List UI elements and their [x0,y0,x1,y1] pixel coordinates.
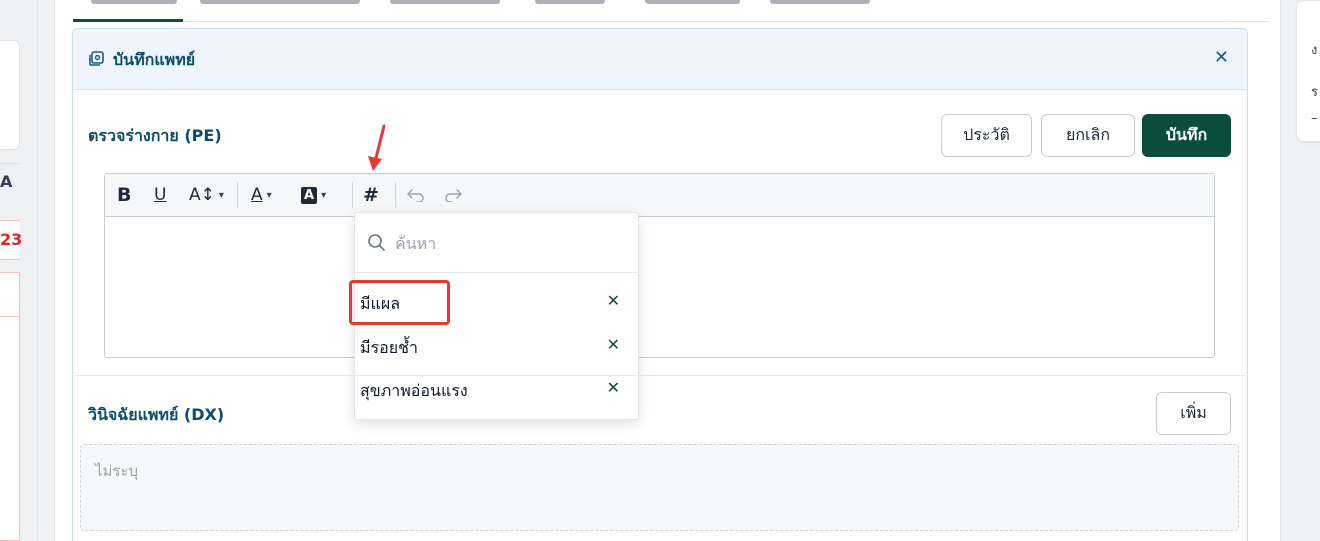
tab-active[interactable] [91,0,177,4]
chevron-down-icon: ▾ [266,189,272,201]
chevron-down-icon: ▾ [321,189,327,201]
remove-tag-icon[interactable]: ✕ [607,291,620,310]
add-diagnosis-button[interactable]: เพิ่ม [1156,392,1231,435]
diagnosis-empty-text: ไม่ระบุ [95,462,139,480]
undo-icon[interactable] [407,182,425,208]
chevron-down-icon: ▾ [218,189,224,201]
tag-dropdown: มีแผล ✕ มีรอยช้ำ ✕ สุขภาพอ่อนแรง ✕ [354,212,639,420]
save-button[interactable]: บันทึก [1142,114,1231,157]
font-size-button[interactable]: A↕ ▾ [189,182,224,208]
tag-option-weak-health[interactable]: สุขภาพอ่อนแรง ✕ [355,370,638,410]
underline-icon[interactable]: U [154,182,166,208]
annotation-arrow-icon [368,124,386,171]
font-size-icon: A↕ [189,185,215,205]
toolbar-separator [352,182,353,208]
tab-6[interactable] [770,0,870,4]
redo-icon[interactable] [444,182,462,208]
history-button[interactable]: ประวัติ [941,114,1032,157]
left-panel-alert-card [0,272,20,541]
card-header: บันทึกแพทย์ ✕ [73,29,1247,90]
left-panel-letter: A [0,172,13,191]
diagnosis-list: ไม่ระบุ [80,444,1239,531]
tab-5[interactable] [645,0,740,4]
tag-search-row [355,213,638,273]
highlight-icon: A [301,186,318,204]
search-icon [368,234,385,251]
tab-4[interactable] [535,0,605,4]
right-side-panel: ง ร – [1296,0,1320,142]
tag-option-label: มีรอยช้ำ [360,338,418,357]
tag-option-bruise[interactable]: มีรอยช้ำ ✕ [355,327,638,367]
toolbar-separator [395,182,396,208]
card-title: บันทึกแพทย์ [113,50,196,69]
tag-option-wound[interactable]: มีแผล ✕ [355,283,638,323]
right-panel-glyph: ร [1311,85,1318,100]
left-panel-divider [0,163,20,164]
tag-search-input[interactable] [395,229,625,257]
close-icon[interactable]: ✕ [1214,48,1229,68]
left-panel-card [0,40,20,150]
tag-option-label: สุขภาพอ่อนแรง [360,381,468,400]
right-panel-glyph: ง [1311,43,1318,58]
toolbar-separator [237,182,238,208]
editor-toolbar: B U A↕ ▾ A ▾ A ▾ # [105,174,1214,217]
remove-tag-icon[interactable]: ✕ [607,335,620,354]
tab-3[interactable] [390,0,500,4]
dx-section-title: วินิจฉัยแพทย์ (DX) [88,405,225,424]
bold-icon[interactable]: B [117,182,131,208]
note-icon [89,51,104,66]
pe-section-title: ตรวจร่างกาย (PE) [88,126,222,145]
tab-2[interactable] [200,0,360,4]
font-color-button[interactable]: A ▾ [251,182,272,208]
cancel-button[interactable]: ยกเลิก [1041,114,1135,157]
font-color-icon: A [251,185,263,205]
right-panel-glyph: – [1311,111,1318,126]
left-panel-alert-number: 23 [0,230,23,249]
remove-tag-icon[interactable]: ✕ [607,378,620,397]
highlight-button[interactable]: A ▾ [301,182,326,208]
left-panel-alert-divider [0,316,20,317]
pe-rich-text-editor[interactable]: B U A↕ ▾ A ▾ A ▾ # [104,173,1215,358]
hashtag-icon[interactable]: # [363,182,379,208]
tag-option-label: มีแผล [360,294,401,313]
section-divider [72,375,1248,376]
tab-active-indicator [73,19,183,22]
